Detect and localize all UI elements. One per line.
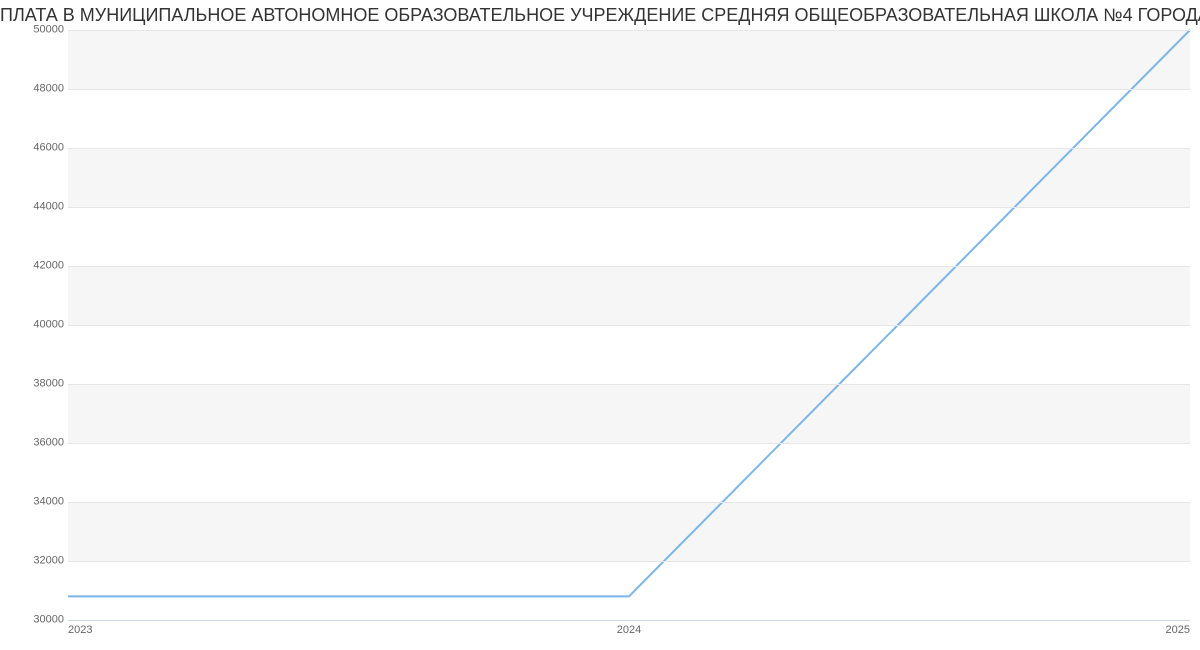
x-tick-label: 2023: [68, 625, 92, 636]
chart-title: ПЛАТА В МУНИЦИПАЛЬНОЕ АВТОНОМНОЕ ОБРАЗОВ…: [0, 5, 1200, 26]
chart-container: ПЛАТА В МУНИЦИПАЛЬНОЕ АВТОНОМНОЕ ОБРАЗОВ…: [0, 0, 1200, 650]
gridline: [68, 384, 1190, 385]
y-tick-label: 32000: [8, 556, 64, 567]
y-tick-label: 46000: [8, 143, 64, 154]
y-tick-label: 30000: [8, 615, 64, 626]
gridline: [68, 207, 1190, 208]
y-tick-label: 48000: [8, 84, 64, 95]
gridline: [68, 325, 1190, 326]
gridline: [68, 502, 1190, 503]
gridline: [68, 30, 1190, 31]
plot-area: [68, 30, 1190, 620]
y-tick-label: 36000: [8, 438, 64, 449]
gridline: [68, 561, 1190, 562]
gridline: [68, 443, 1190, 444]
gridline: [68, 148, 1190, 149]
x-tick-label: 2024: [617, 625, 641, 636]
y-tick-label: 34000: [8, 497, 64, 508]
y-tick-label: 40000: [8, 320, 64, 331]
x-axis-line: [68, 620, 1190, 621]
y-tick-label: 42000: [8, 261, 64, 272]
gridline: [68, 89, 1190, 90]
x-tick-label: 2025: [1166, 625, 1190, 636]
y-tick-label: 44000: [8, 202, 64, 213]
series-line: [68, 30, 1190, 596]
y-tick-label: 50000: [8, 25, 64, 36]
y-tick-label: 38000: [8, 379, 64, 390]
gridline: [68, 266, 1190, 267]
